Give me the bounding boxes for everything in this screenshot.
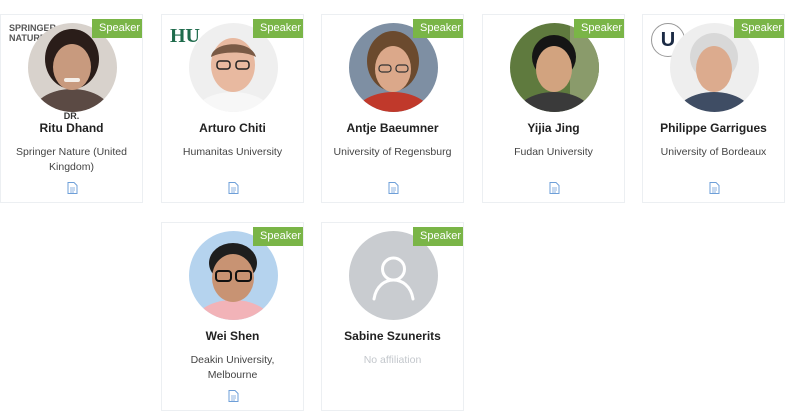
speaker-badge: Speaker xyxy=(413,227,463,251)
speaker-badge: Speaker xyxy=(253,227,303,251)
speaker-affiliation: University of Bordeaux xyxy=(660,146,767,158)
document-icon[interactable] xyxy=(549,182,560,194)
document-icon[interactable] xyxy=(709,182,720,194)
speaker-badge: Speaker xyxy=(734,19,784,43)
document-icon[interactable] xyxy=(228,182,239,194)
speaker-affiliation: University of Regensburg xyxy=(333,146,452,158)
speaker-name[interactable]: Antje Baeumner xyxy=(322,121,463,135)
speaker-name[interactable]: Sabine Szunerits xyxy=(322,329,463,343)
institution-logo-text: U xyxy=(660,29,676,51)
speaker-card[interactable]: Speaker Antje Baeumner University of Reg… xyxy=(321,14,464,203)
speaker-card[interactable]: Speaker Yijia Jing Fudan University xyxy=(482,14,625,203)
document-icon[interactable] xyxy=(388,182,399,194)
speaker-affiliation: Fudan University xyxy=(514,146,593,158)
speaker-card[interactable]: SPRINGER NATURE Speaker DR. Ritu Dhand S… xyxy=(0,14,143,203)
speaker-affiliation: Springer Nature (United Kingdom) xyxy=(16,146,127,173)
document-icon[interactable] xyxy=(228,390,239,402)
speaker-card[interactable]: U Speaker Philippe Garrigues University … xyxy=(642,14,785,203)
speaker-affiliation: Humanitas University xyxy=(182,146,283,158)
speaker-name[interactable]: Arturo Chiti xyxy=(162,121,303,135)
speaker-badge: Speaker xyxy=(253,19,303,43)
speaker-name[interactable]: Philippe Garrigues xyxy=(643,121,784,135)
speaker-badge: Speaker xyxy=(574,19,624,43)
speaker-card[interactable]: Speaker Wei Shen Deakin University, Melb… xyxy=(161,222,304,411)
speaker-title: DR. xyxy=(63,111,80,121)
speaker-name[interactable]: Wei Shen xyxy=(162,329,303,343)
speaker-affiliation: No affiliation xyxy=(363,354,422,366)
speaker-card[interactable]: Speaker Sabine Szunerits No affiliation xyxy=(321,222,464,411)
speaker-badge: Speaker xyxy=(413,19,463,43)
speaker-card[interactable]: HU Speaker Arturo Chiti Humanitas Univer… xyxy=(161,14,304,203)
speaker-affiliation: Deakin University, Melbourne xyxy=(190,354,275,381)
document-icon[interactable] xyxy=(67,182,78,194)
speaker-name[interactable]: Ritu Dhand xyxy=(1,121,142,135)
speaker-badge: Speaker xyxy=(92,19,142,43)
speaker-name[interactable]: Yijia Jing xyxy=(483,121,624,135)
